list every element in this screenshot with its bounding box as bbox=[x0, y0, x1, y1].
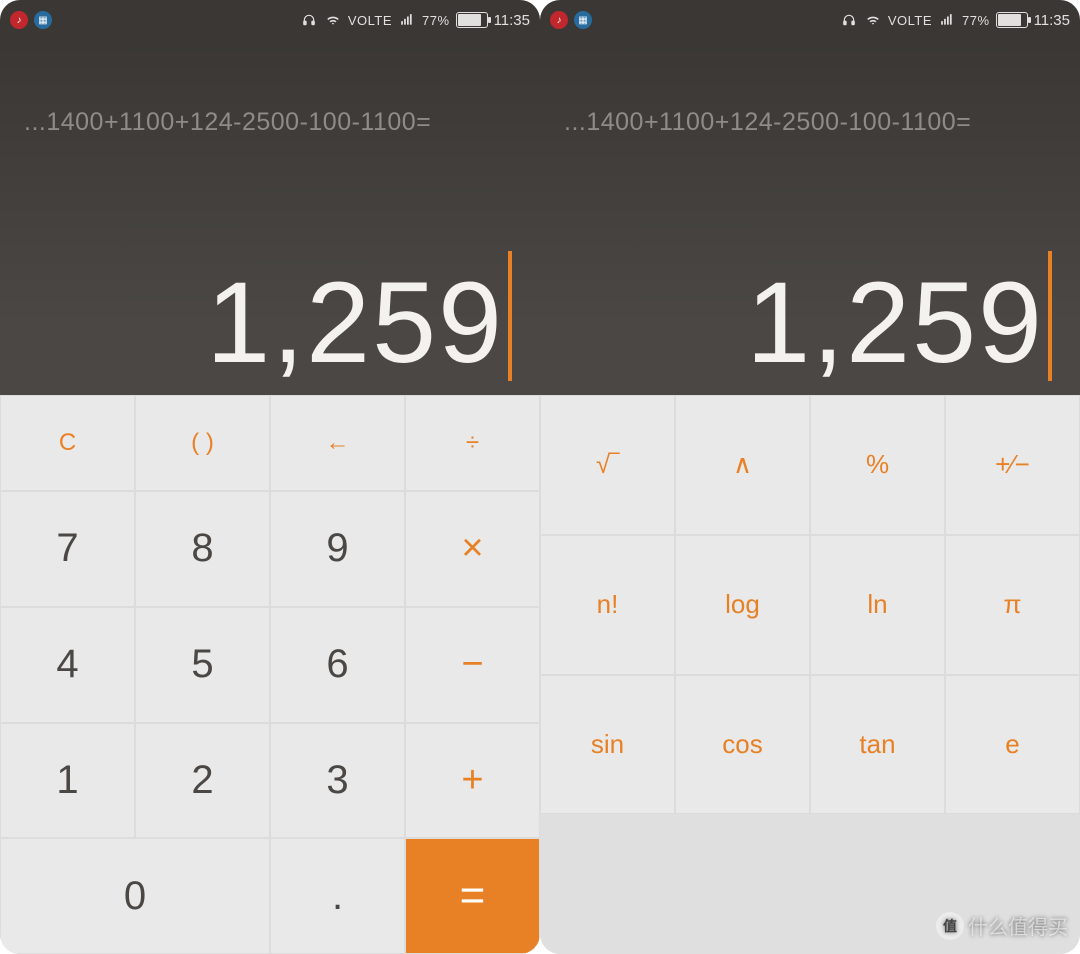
watermark-badge: 值 bbox=[936, 912, 964, 940]
battery-icon bbox=[996, 12, 1028, 28]
headphones-icon bbox=[300, 13, 318, 27]
digit-8[interactable]: 8 bbox=[135, 491, 270, 607]
e-button[interactable]: e bbox=[945, 675, 1080, 815]
music-icon: ♪ bbox=[550, 11, 568, 29]
clock: 11:35 bbox=[1034, 12, 1070, 29]
digit-6[interactable]: 6 bbox=[270, 607, 405, 723]
wifi-icon bbox=[864, 13, 882, 27]
display: ...1400+1100+124-2500-100-1100= 1,259 bbox=[540, 40, 1080, 395]
result-text: 1,259 bbox=[206, 266, 504, 381]
wifi-icon bbox=[324, 13, 342, 27]
digit-3[interactable]: 3 bbox=[270, 723, 405, 839]
watermark: 值 什么值得买 bbox=[936, 911, 1068, 940]
signal-icon bbox=[398, 13, 416, 27]
display: ...1400+1100+124-2500-100-1100= 1,259 bbox=[0, 40, 540, 395]
cursor bbox=[1048, 251, 1052, 381]
digit-7[interactable]: 7 bbox=[0, 491, 135, 607]
keypad-basic: C ( ) ← ÷ 7 8 9 × 4 5 6 − 1 2 3 + 0 . = bbox=[0, 395, 540, 954]
equals-button[interactable]: = bbox=[405, 838, 540, 954]
phone-left: ♪ ▦ VOLTE 77% 11:35 ...1400+1100+124-250… bbox=[0, 0, 540, 954]
factorial-button[interactable]: n! bbox=[540, 535, 675, 675]
clock: 11:35 bbox=[494, 12, 530, 29]
tan-button[interactable]: tan bbox=[810, 675, 945, 815]
digit-5[interactable]: 5 bbox=[135, 607, 270, 723]
backspace-button[interactable]: ← bbox=[270, 395, 405, 491]
divide-button[interactable]: ÷ bbox=[405, 395, 540, 491]
headphones-icon bbox=[840, 13, 858, 27]
power-button[interactable]: ∧ bbox=[675, 395, 810, 535]
multiply-button[interactable]: × bbox=[405, 491, 540, 607]
expression-text: ...1400+1100+124-2500-100-1100= bbox=[554, 108, 1052, 137]
music-icon: ♪ bbox=[10, 11, 28, 29]
decimal-button[interactable]: . bbox=[270, 838, 405, 954]
paren-button[interactable]: ( ) bbox=[135, 395, 270, 491]
sin-button[interactable]: sin bbox=[540, 675, 675, 815]
digit-2[interactable]: 2 bbox=[135, 723, 270, 839]
status-bar: ♪ ▦ VOLTE 77% 11:35 bbox=[0, 0, 540, 40]
status-bar: ♪ ▦ VOLTE 77% 11:35 bbox=[540, 0, 1080, 40]
log-button[interactable]: log bbox=[675, 535, 810, 675]
battery-icon bbox=[456, 12, 488, 28]
signal-icon bbox=[938, 13, 956, 27]
app-icon: ▦ bbox=[34, 11, 52, 29]
digit-1[interactable]: 1 bbox=[0, 723, 135, 839]
phone-right: ♪ ▦ VOLTE 77% 11:35 ...1400+1100+124-250… bbox=[540, 0, 1080, 954]
add-button[interactable]: + bbox=[405, 723, 540, 839]
sqrt-button[interactable]: √‾ bbox=[540, 395, 675, 535]
ln-button[interactable]: ln bbox=[810, 535, 945, 675]
percent-button[interactable]: % bbox=[810, 395, 945, 535]
digit-4[interactable]: 4 bbox=[0, 607, 135, 723]
subtract-button[interactable]: − bbox=[405, 607, 540, 723]
keypad-scientific: √‾ ∧ % +⁄− n! log ln π sin cos tan e bbox=[540, 395, 1080, 954]
digit-9[interactable]: 9 bbox=[270, 491, 405, 607]
battery-pct: 77% bbox=[962, 13, 990, 28]
clear-button[interactable]: C bbox=[0, 395, 135, 491]
battery-pct: 77% bbox=[422, 13, 450, 28]
pi-button[interactable]: π bbox=[945, 535, 1080, 675]
watermark-text: 什么值得买 bbox=[968, 911, 1068, 940]
app-icon: ▦ bbox=[574, 11, 592, 29]
digit-0[interactable]: 0 bbox=[0, 838, 270, 954]
volte-label: VOLTE bbox=[348, 13, 392, 28]
result-text: 1,259 bbox=[746, 266, 1044, 381]
plusminus-button[interactable]: +⁄− bbox=[945, 395, 1080, 535]
volte-label: VOLTE bbox=[888, 13, 932, 28]
cos-button[interactable]: cos bbox=[675, 675, 810, 815]
expression-text: ...1400+1100+124-2500-100-1100= bbox=[14, 108, 512, 137]
cursor bbox=[508, 251, 512, 381]
